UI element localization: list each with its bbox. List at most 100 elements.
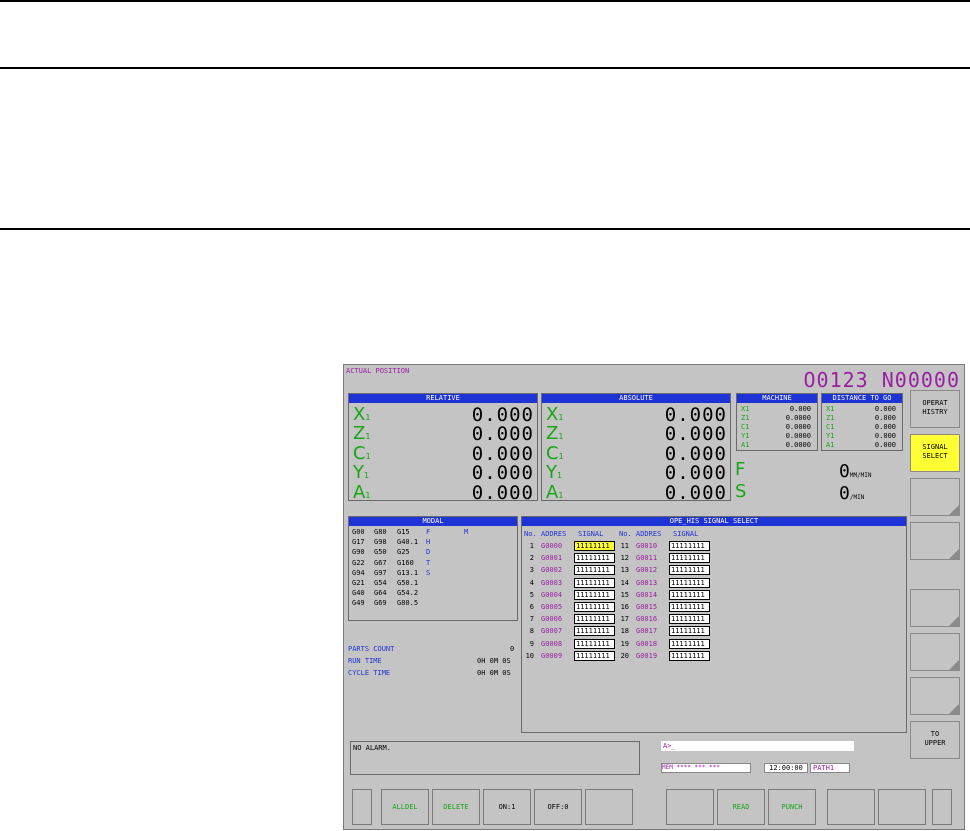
modal-code: G69 [374, 599, 387, 608]
side-softkey[interactable]: TO UPPER [910, 721, 960, 759]
signal-value-field[interactable]: 11111111 [669, 602, 710, 612]
page-rule-middle [0, 67, 970, 69]
bottom-softkey[interactable]: ON:1 [483, 789, 531, 825]
modal-code: G40.1 [397, 538, 419, 547]
signal-value-field[interactable]: 11111111 [574, 602, 615, 612]
axis-subscript: 1 [365, 432, 371, 442]
side-softkey[interactable] [910, 478, 960, 516]
signal-no: 18 [620, 627, 629, 636]
page-rule-lower [0, 228, 970, 230]
machine-axis-name: A1 [741, 441, 750, 449]
bottom-softkey[interactable]: PUNCH [768, 789, 816, 825]
signal-value-field[interactable]: 11111111 [574, 614, 615, 625]
signal-value-field[interactable]: 11111111 [669, 589, 710, 600]
side-softkey[interactable] [910, 677, 960, 715]
side-softkey[interactable] [910, 633, 960, 671]
signal-address: G0005 [541, 603, 563, 611]
signal-no: 4 [529, 578, 534, 587]
status-time: 12:00:00 [764, 763, 808, 773]
machine-axis-name: Y1 [741, 432, 750, 440]
modal-code: F [426, 528, 431, 536]
side-softkey[interactable]: OPERAT HISTRY [910, 390, 960, 428]
signal-value-field[interactable]: 11111111 [574, 541, 615, 551]
signal-no: 3 [529, 566, 534, 575]
side-softkey[interactable] [910, 522, 960, 560]
bottom-softkey[interactable] [666, 789, 714, 825]
signal-value-field[interactable]: 11111111 [669, 626, 710, 637]
signal-value-field[interactable]: 11111111 [669, 577, 710, 588]
side-softkey[interactable]: SIGNAL SELECT [910, 434, 960, 472]
machine-axis-value: 0.0000 [785, 423, 811, 431]
signal-address: G0002 [541, 566, 563, 575]
modal-code: G00 [352, 528, 365, 536]
relative-axis-row: Z1 0.000 [349, 424, 537, 445]
absolute-axis-value: 0.000 [664, 404, 727, 426]
absolute-axis-value: 0.000 [664, 442, 727, 465]
absolute-header: ABSOLUTE [542, 394, 730, 403]
signal-value-field[interactable]: 11111111 [574, 626, 615, 637]
absolute-axis-row: A1 0.000 [542, 482, 730, 503]
modal-code: G49 [352, 599, 365, 608]
signal-value-field[interactable]: 11111111 [669, 565, 710, 576]
signal-value-field[interactable]: 11111111 [669, 553, 710, 564]
signal-address: G0009 [541, 651, 563, 660]
distance-to-go-axis-value: 0.000 [874, 432, 896, 440]
signal-value-field[interactable]: 11111111 [574, 638, 615, 649]
modal-code: G13.1 [397, 568, 419, 577]
distance-to-go-axis-value: 0.000 [874, 414, 896, 422]
bottom-softkey[interactable] [827, 789, 875, 825]
side-softkey[interactable] [910, 589, 960, 627]
distance-to-go-header: DISTANCE TO GO [822, 394, 902, 403]
bottom-softkey[interactable]: ALLDEL [381, 789, 429, 825]
signal-value-field[interactable]: 11111111 [574, 565, 615, 576]
modal-code: G90 [352, 548, 365, 557]
signal-address: G0010 [636, 542, 658, 550]
axis-subscript: 1 [558, 432, 564, 442]
machine-row: X1 0.000 [737, 405, 817, 414]
signal-no: 17 [620, 615, 629, 624]
bottom-softkey[interactable] [352, 789, 372, 825]
modal-code: G40 [352, 589, 365, 598]
distance-to-go-axis-name: C1 [826, 423, 835, 431]
signal-address: G0015 [636, 603, 658, 611]
signal-no: 15 [620, 590, 629, 599]
signal-value-field[interactable]: 11111111 [574, 589, 615, 600]
signal-value-field[interactable]: 11111111 [574, 553, 615, 564]
distance-to-go-row: Z1 0.000 [822, 414, 902, 423]
signal-value-field[interactable]: 11111111 [669, 614, 710, 625]
distance-to-go-axis-value: 0.000 [874, 405, 896, 413]
bottom-softkey[interactable] [932, 789, 952, 825]
machine-row: Y1 0.0000 [737, 432, 817, 441]
bottom-softkey[interactable] [585, 789, 633, 825]
machine-axis-name: C1 [741, 423, 750, 431]
signal-no: 16 [620, 603, 629, 611]
absolute-axis-row: Z1 0.000 [542, 424, 730, 445]
signal-value-field[interactable]: 11111111 [669, 638, 710, 649]
col-address-header-2: ADDRES [636, 530, 662, 538]
machine-axis-name: Z1 [741, 414, 750, 422]
modal-header: MODAL [349, 517, 517, 526]
signal-address: G0000 [541, 542, 563, 550]
bottom-softkey[interactable] [878, 789, 926, 825]
relative-axis-row: Y1 0.000 [349, 463, 537, 484]
relative-axis-value: 0.000 [471, 481, 534, 504]
signal-value-field[interactable]: 11111111 [574, 650, 615, 661]
key-input-buffer[interactable]: A>_ [661, 741, 854, 751]
bottom-softkey[interactable]: OFF:0 [534, 789, 582, 825]
bottom-softkey[interactable]: READ [717, 789, 765, 825]
bottom-softkey[interactable]: DELETE [432, 789, 480, 825]
signal-value-field[interactable]: 11111111 [669, 541, 710, 551]
axis-subscript: 1 [365, 451, 371, 461]
modal-code: G97 [374, 568, 387, 577]
signal-value-field[interactable]: 11111111 [669, 650, 710, 661]
signal-no: 14 [620, 578, 629, 587]
modal-code: G50 [374, 548, 387, 557]
distance-to-go-axis-name: A1 [826, 441, 835, 449]
signal-select-panel: OPE_HIS SIGNAL SELECT No. ADDRES SIGNAL … [521, 516, 907, 733]
signal-value-field[interactable]: 11111111 [574, 577, 615, 588]
softkey-corner [949, 505, 959, 515]
side-softkey-label: SIGNAL SELECT [922, 443, 948, 460]
col-signal-header: SIGNAL [578, 530, 604, 538]
cnc-screen: ACTUAL POSITION O0123 N00000 RELATIVE X1… [343, 364, 965, 830]
signal-no: 2 [529, 554, 534, 563]
